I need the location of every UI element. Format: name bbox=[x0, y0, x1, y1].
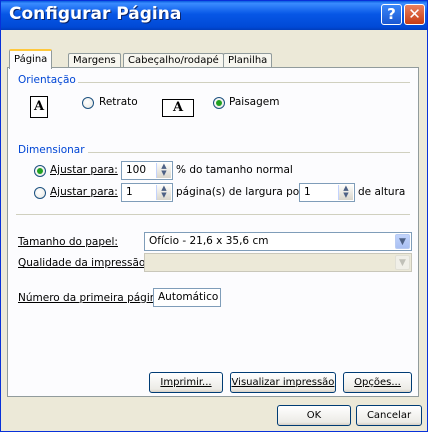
tab-label: Planilha bbox=[228, 55, 268, 66]
tab-label: Página bbox=[14, 54, 48, 65]
paper-size-label: Tamanho do papel: bbox=[18, 236, 118, 248]
portrait-label[interactable]: Retrato bbox=[99, 96, 138, 108]
scaling-divider bbox=[88, 152, 410, 153]
close-icon: ✕ bbox=[408, 5, 421, 23]
chevron-down-icon[interactable]: ▼ bbox=[395, 234, 410, 249]
landscape-page-icon: A bbox=[162, 99, 194, 117]
orientation-section-label: Orientação bbox=[18, 74, 76, 86]
tab-label: Margens bbox=[73, 55, 116, 66]
tab-label: Cabeçalho/rodapé bbox=[128, 55, 219, 66]
adjust-percent-label[interactable]: Ajustar para: bbox=[50, 164, 118, 176]
print-preview-button[interactable]: Visualizar impressão bbox=[230, 372, 336, 393]
percent-spinbox[interactable]: 100 ▲ ▼ bbox=[121, 161, 173, 180]
tab-panel-pagina: Orientação A Retrato A Paisagem Dimensio… bbox=[7, 67, 419, 397]
portrait-radio[interactable] bbox=[82, 97, 94, 109]
portrait-page-icon: A bbox=[30, 96, 48, 118]
print-quality-label: Qualidade da impressão: bbox=[18, 257, 149, 269]
print-button[interactable]: Imprimir... bbox=[149, 372, 223, 393]
pages-tall-suffix: de altura bbox=[358, 186, 406, 198]
tab-cabecalho-rodape[interactable]: Cabeçalho/rodapé bbox=[123, 53, 224, 67]
options-button[interactable]: Opções... bbox=[343, 372, 412, 393]
first-page-number-label: Número da primeira página: bbox=[18, 292, 167, 304]
tab-margens[interactable]: Margens bbox=[68, 53, 121, 67]
adjust-percent-radio[interactable] bbox=[34, 165, 46, 177]
tab-planilha[interactable]: Planilha bbox=[223, 53, 273, 67]
spin-updown-icon[interactable]: ▲ ▼ bbox=[156, 185, 171, 200]
pages-tall-value: 1 bbox=[304, 186, 311, 198]
first-page-number-value: Automático bbox=[158, 291, 219, 303]
percent-suffix: % do tamanho normal bbox=[176, 164, 293, 176]
pages-wide-suffix: página(s) de largura por bbox=[176, 186, 304, 198]
title-bar[interactable]: Configurar Página ? ✕ bbox=[1, 1, 427, 30]
paper-size-select[interactable]: Ofício - 21,6 x 35,6 cm ▼ bbox=[144, 232, 412, 251]
cancel-button[interactable]: Cancelar bbox=[356, 405, 422, 426]
help-button[interactable]: ? bbox=[381, 4, 402, 25]
print-quality-select: ▼ bbox=[144, 253, 412, 272]
orientation-divider bbox=[78, 82, 410, 83]
page-setup-dialog: Configurar Página ? ✕ Página Margens Cab… bbox=[0, 0, 428, 432]
landscape-radio[interactable] bbox=[213, 97, 225, 109]
paper-size-value: Ofício - 21,6 x 35,6 cm bbox=[149, 235, 269, 247]
scaling-section-label: Dimensionar bbox=[18, 144, 85, 156]
pages-wide-spinbox[interactable]: 1 ▲ ▼ bbox=[121, 183, 173, 202]
adjust-pages-radio[interactable] bbox=[34, 187, 46, 199]
first-page-number-input[interactable]: Automático bbox=[153, 288, 221, 307]
spin-updown-icon[interactable]: ▲ ▼ bbox=[156, 163, 171, 178]
percent-value: 100 bbox=[126, 164, 147, 176]
tab-pagina[interactable]: Página bbox=[9, 49, 53, 69]
ok-button[interactable]: OK bbox=[277, 405, 351, 426]
pages-tall-spinbox[interactable]: 1 ▲ ▼ bbox=[299, 183, 355, 202]
help-icon: ? bbox=[387, 5, 396, 23]
spin-updown-icon[interactable]: ▲ ▼ bbox=[338, 185, 353, 200]
adjust-pages-label[interactable]: Ajustar para: bbox=[50, 186, 118, 198]
pages-wide-value: 1 bbox=[126, 186, 133, 198]
window-title: Configurar Página bbox=[9, 4, 182, 24]
chevron-down-icon: ▼ bbox=[395, 255, 410, 270]
close-button[interactable]: ✕ bbox=[404, 4, 425, 25]
section-divider bbox=[16, 214, 410, 215]
landscape-label[interactable]: Paisagem bbox=[229, 96, 279, 108]
